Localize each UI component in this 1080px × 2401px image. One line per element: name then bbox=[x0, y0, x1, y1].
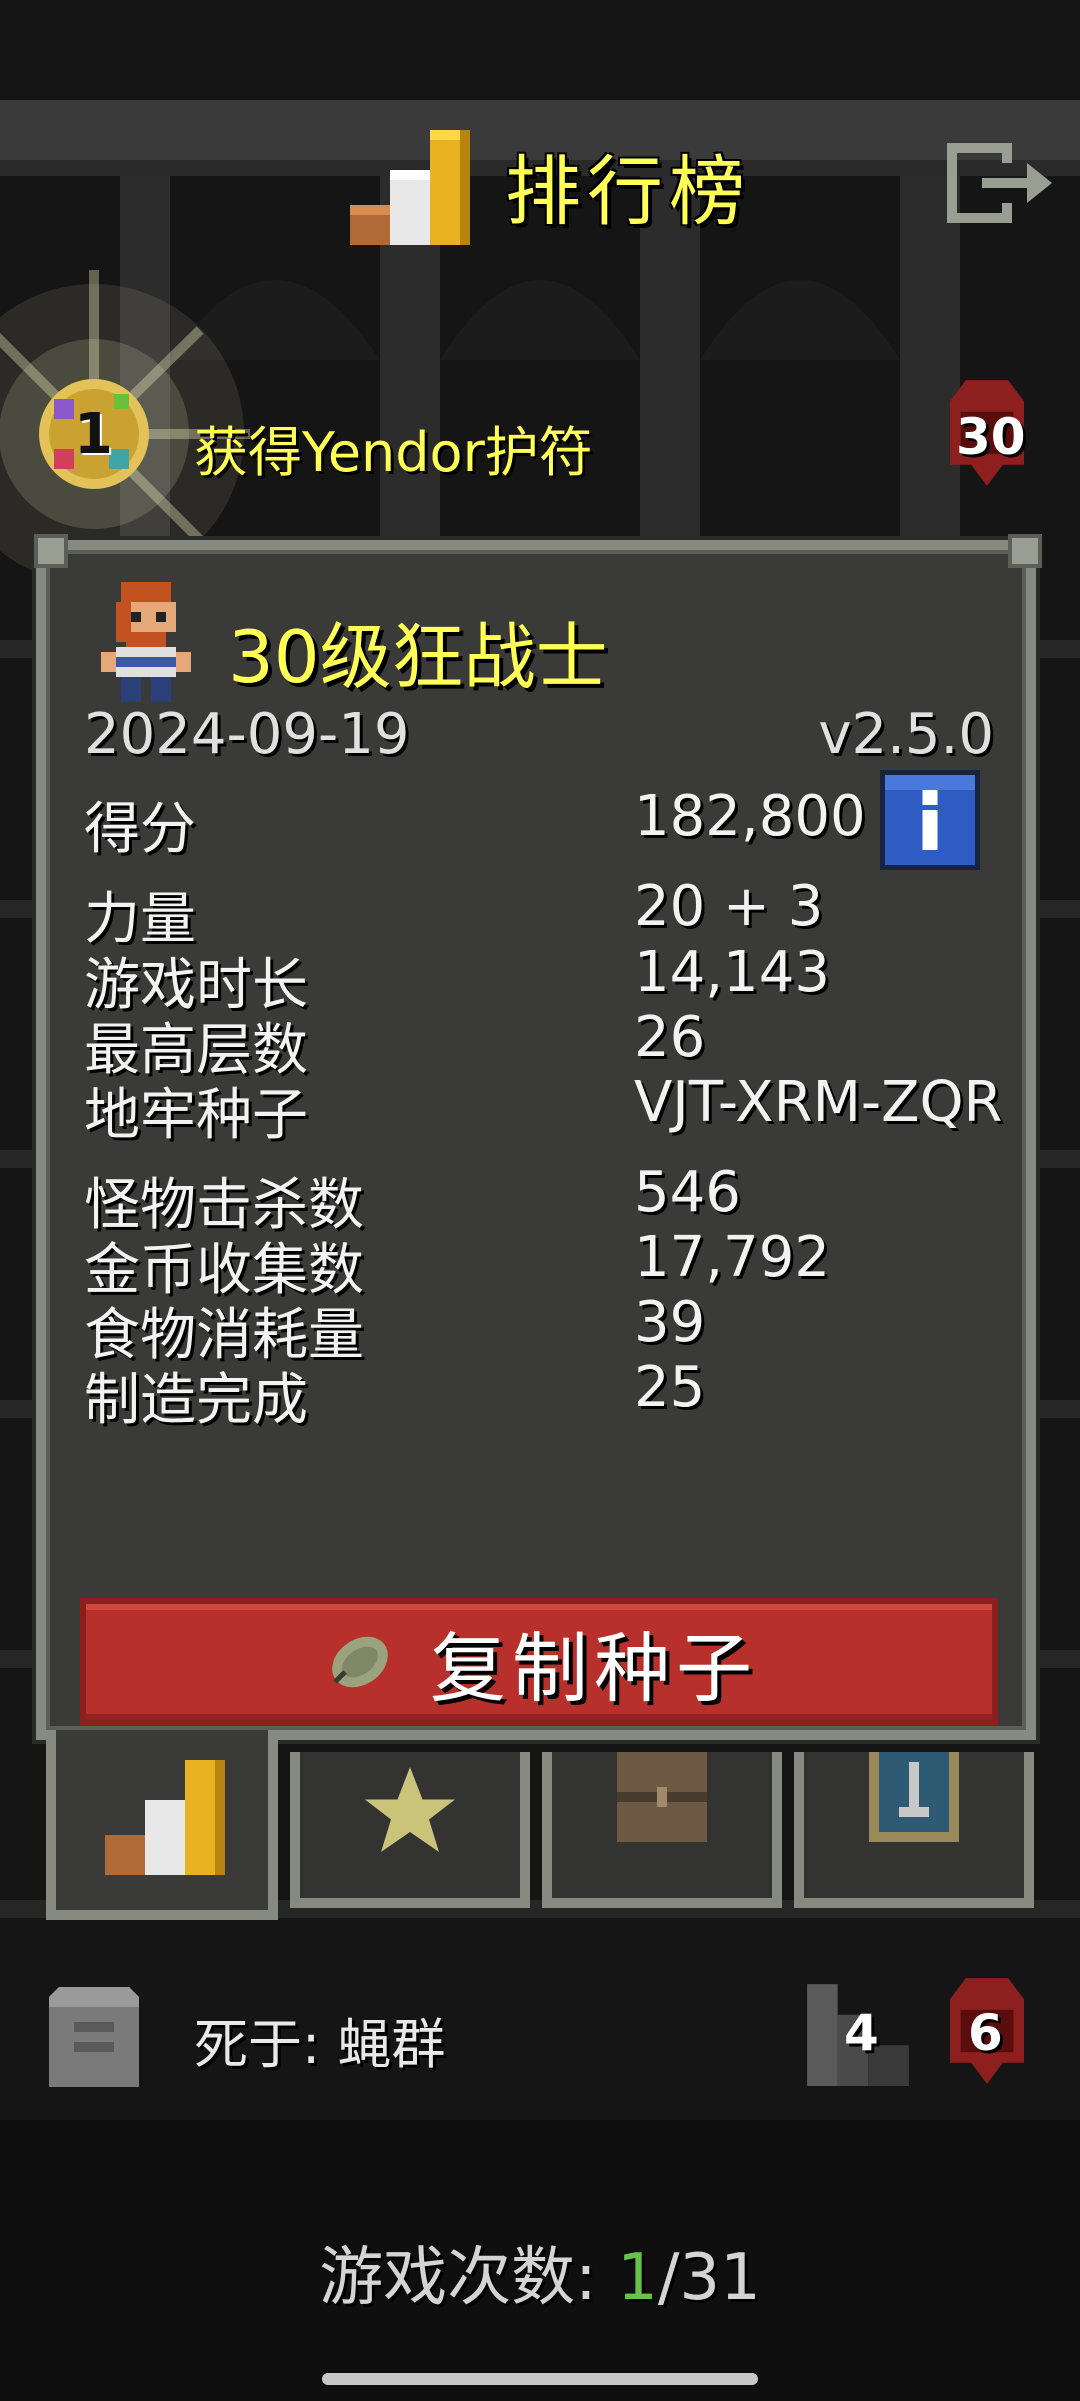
tombstone-icon bbox=[49, 1987, 139, 2087]
page-title: 排行榜 bbox=[505, 147, 751, 236]
berserker-avatar bbox=[101, 582, 191, 702]
games-total: /31 bbox=[657, 2241, 761, 2315]
tab-inventory[interactable] bbox=[542, 1752, 782, 1908]
podium-icon bbox=[350, 130, 470, 245]
podium-icon bbox=[105, 1760, 225, 1875]
bottom-entry-description[interactable]: 死于: 蝇群 bbox=[194, 2000, 445, 2079]
record-date: 2024-09-19 bbox=[84, 702, 410, 767]
stat-value: 26 bbox=[634, 1005, 706, 1070]
stat-value: 17,792 bbox=[634, 1225, 830, 1290]
stat-value: 39 bbox=[634, 1290, 706, 1355]
tab-badges[interactable] bbox=[290, 1752, 530, 1908]
tab-rankings[interactable] bbox=[46, 1730, 278, 1920]
star-icon bbox=[365, 1767, 455, 1852]
tab-journal[interactable] bbox=[794, 1752, 1034, 1908]
seed-icon bbox=[332, 1636, 388, 1688]
backpack-icon bbox=[617, 1752, 707, 1842]
panel-corner bbox=[34, 534, 68, 568]
games-current: 1 bbox=[617, 2241, 658, 2315]
stat-value: 20 + 3 bbox=[634, 874, 824, 939]
panel-corner bbox=[1008, 534, 1042, 568]
info-button[interactable] bbox=[880, 770, 980, 870]
copy-seed-label: 复制种子 bbox=[430, 1624, 758, 1713]
games-played-count: 游戏次数: 1/31 bbox=[0, 2226, 1080, 2318]
stat-value: 14,143 bbox=[634, 940, 830, 1005]
hero-title: 30级狂战士 bbox=[228, 615, 608, 699]
game-version: v2.5.0 bbox=[818, 702, 994, 767]
stat-value: 25 bbox=[634, 1355, 706, 1420]
exit-icon[interactable] bbox=[942, 138, 1062, 228]
rank-number: 1 bbox=[74, 402, 113, 467]
stat-label: 制造完成 bbox=[84, 1368, 308, 1433]
score-value: 182,800 bbox=[634, 784, 866, 849]
score-label: 得分 bbox=[84, 797, 196, 862]
copy-seed-button[interactable]: 复制种子 bbox=[80, 1598, 998, 1726]
bottom-entry-level: 6 bbox=[968, 2004, 1003, 2062]
home-indicator[interactable] bbox=[322, 2373, 758, 2385]
stat-value: 546 bbox=[634, 1160, 741, 1225]
dungeon-seed-value: VJT-XRM-ZQR bbox=[634, 1070, 1003, 1135]
badge-sword-icon bbox=[869, 1752, 959, 1842]
games-label: 游戏次数: bbox=[319, 2241, 597, 2315]
header: 排行榜 bbox=[345, 115, 751, 255]
stat-label: 地牢种子 bbox=[84, 1083, 308, 1148]
top-entry-level: 30 bbox=[956, 408, 1026, 466]
depth-number: 4 bbox=[844, 2004, 879, 2062]
top-entry-description[interactable]: 获得Yendor护符 bbox=[194, 408, 593, 487]
